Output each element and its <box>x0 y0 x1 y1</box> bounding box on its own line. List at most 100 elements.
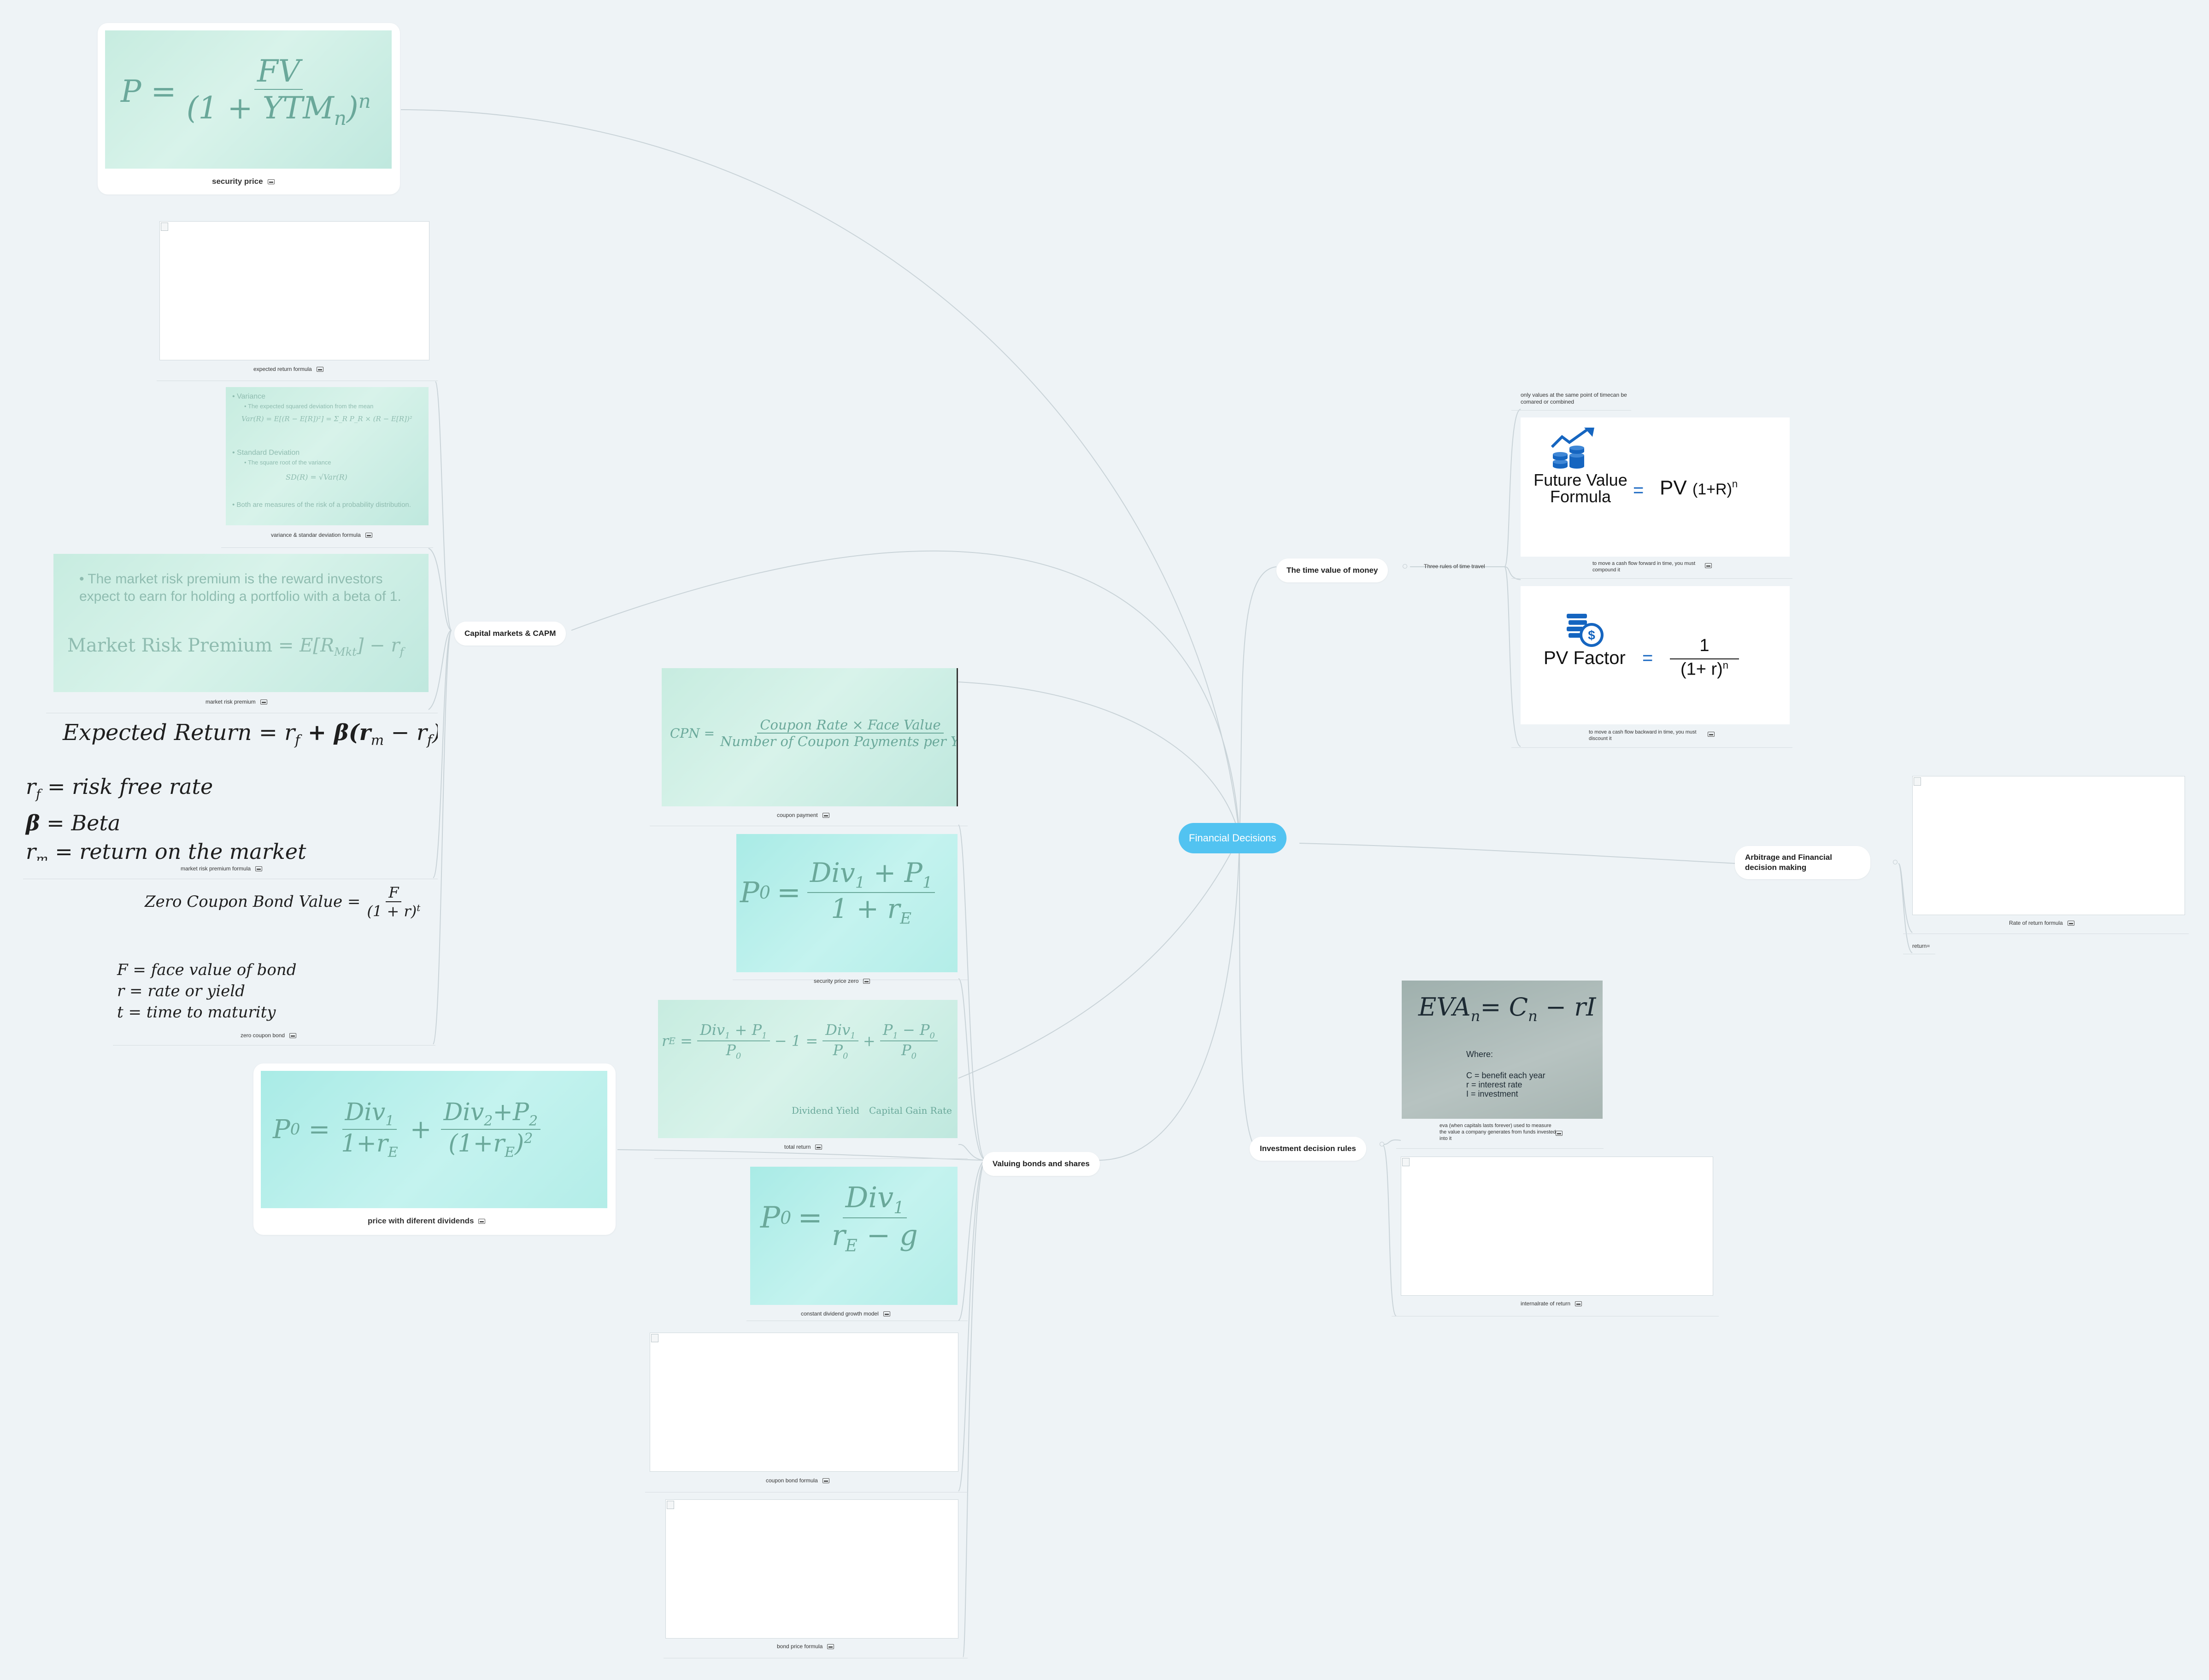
std-heading: • Standard Deviation <box>232 449 300 457</box>
security-price-zero-caption: security price zero <box>814 978 870 984</box>
bond-price-image-placeholder <box>665 1499 958 1639</box>
branch-capital-markets[interactable]: Capital markets & CAPM <box>454 622 566 646</box>
three-rules-label: Three rules of time travel <box>1424 563 1485 570</box>
total-return-formula: rE = Div1 + P1 P0 − 1 = Div1 P0 + P1 − P0 P… <box>662 1021 938 1061</box>
pv-title: PV Factor <box>1544 648 1626 668</box>
zcb-def-f: F = face value of bond <box>117 961 297 979</box>
image-icon[interactable] <box>365 533 372 538</box>
guide-line <box>1396 1148 1604 1149</box>
std-desc: • The square root of the variance <box>244 459 331 466</box>
future-value-image: Future Value Formula = PV (1+R)n <box>1521 417 1790 557</box>
formula-lhs: P = <box>121 74 176 110</box>
irr-caption: internalrate of return <box>1521 1300 1582 1307</box>
broken-image-icon <box>651 1334 658 1342</box>
zero-coupon-bond-equation: Zero Coupon Bond Value = F (1 + r)t F = f… <box>112 880 435 1032</box>
image-icon[interactable] <box>1575 1301 1582 1307</box>
pv-equals: = <box>1642 648 1653 668</box>
rate-of-return-caption: Rate of return formula <box>2009 920 2074 926</box>
mrp-formula: Market Risk Premium = E[RMkt] − rf <box>67 635 404 658</box>
mrp-bullet: • The market risk premium is the reward … <box>79 571 401 604</box>
image-icon[interactable] <box>1705 563 1712 568</box>
er-def-beta: β = Beta <box>26 811 121 836</box>
coupon-payment-caption: coupon payment <box>777 812 829 818</box>
image-icon[interactable] <box>478 1219 486 1224</box>
image-icon[interactable] <box>822 1478 829 1484</box>
fv-equals: = <box>1633 480 1644 500</box>
image-icon[interactable] <box>1556 1131 1563 1136</box>
image-icon[interactable] <box>267 179 275 185</box>
market-risk-premium-caption: market risk premium <box>206 699 267 705</box>
variance-formula: Var(R) = E[(R − E[R])²] = Σ_R P_R × (R −… <box>241 415 412 423</box>
security-price-caption: security price <box>212 177 275 186</box>
image-icon[interactable] <box>815 1145 822 1150</box>
eva-caption: eva (when capitals lasts forever) used t… <box>1439 1123 1556 1141</box>
collapse-toggle[interactable] <box>1380 1142 1384 1146</box>
image-icon[interactable] <box>255 866 263 872</box>
variance-heading: • Variance <box>232 393 266 400</box>
rule-discount: to move a cash flow backward in time, yo… <box>1589 729 1697 741</box>
guide-line <box>1511 410 1631 411</box>
image-icon[interactable] <box>827 1644 834 1650</box>
zcb-def-t: t = time to maturity <box>117 1003 276 1022</box>
return-label: return= <box>1912 943 1930 949</box>
rate-of-return-image-placeholder <box>1912 776 2185 915</box>
er-definitions: rf = risk free rate β = Beta rm = return… <box>26 772 306 861</box>
coupon-bond-caption: coupon bond formula <box>766 1477 829 1484</box>
central-topic[interactable]: Financial Decisions <box>1179 823 1287 853</box>
collapse-toggle[interactable] <box>1403 564 1407 569</box>
image-icon[interactable] <box>316 367 323 372</box>
two-dividend-formula: P0 = Div1 1+rE + Div2+P2 (1+rE)2 <box>273 1098 541 1161</box>
variance-desc: • The expected squared deviation from th… <box>244 403 374 410</box>
pv-fraction: 1 (1+ r)n <box>1670 636 1739 680</box>
broken-image-icon <box>1914 777 1921 786</box>
branch-valuing-bonds[interactable]: Valuing bonds and shares <box>982 1152 1100 1176</box>
fv-title: Future Value Formula <box>1533 470 1627 506</box>
total-return-caption: total return <box>784 1144 822 1150</box>
image-icon[interactable] <box>863 979 870 984</box>
branch-arbitrage[interactable]: Arbitrage and Financial decision making <box>1735 846 1870 879</box>
price-different-dividends-caption: price with diferent dividends <box>368 1216 486 1226</box>
image-icon[interactable] <box>1708 732 1715 737</box>
image-icon[interactable] <box>289 1033 297 1039</box>
std-formula: SD(R) = √Var(R) <box>286 473 347 482</box>
constant-dividend-caption: constant dividend growth model <box>801 1310 890 1317</box>
svg-text:$: $ <box>1588 628 1595 642</box>
branch-time-value[interactable]: The time value of money <box>1276 558 1388 582</box>
cpn-formula: CPN = Coupon Rate × Face Value Number of … <box>670 717 958 749</box>
er-equation-line: Expected Return = rf + β(rm − rf) <box>63 720 438 749</box>
expected-return-image-placeholder <box>159 221 429 360</box>
security-price-formula-image: P = FV (1 + YTMn)n <box>105 30 392 169</box>
image-icon[interactable] <box>2067 921 2074 926</box>
rule-compound: to move a cash flow forward in time, you… <box>1592 561 1696 573</box>
guide-line <box>113 1045 435 1046</box>
zcb-definitions: F = face value of bond r = rate or yield… <box>117 959 296 1023</box>
guide-line <box>654 1158 968 1159</box>
security-price-zero-image: P0 = Div1 + P1 1 + rE <box>736 834 958 972</box>
guide-line <box>1511 747 1792 748</box>
variance-std-caption: variance & standar deviation formula <box>271 532 372 538</box>
capital-gain-label: Capital Gain Rate <box>869 1105 952 1116</box>
broken-image-icon <box>1402 1158 1410 1166</box>
image-icon[interactable] <box>883 1311 890 1317</box>
expected-return-caption: expected return formula <box>253 366 323 372</box>
coins-growth-icon <box>1551 428 1594 469</box>
coupon-payment-image: CPN = Coupon Rate × Face Value Number of … <box>662 668 958 806</box>
formula-numerator: FV <box>254 53 303 90</box>
zero-coupon-bond-caption: zero coupon bond <box>241 1032 297 1039</box>
image-icon[interactable] <box>822 813 829 818</box>
rule-same-point: only values at the same point of timecan… <box>1521 392 1627 405</box>
eva-formula: EVAn= Cn − rI <box>1418 993 1596 1025</box>
branch-investment-rules[interactable]: Investment decision rules <box>1250 1137 1366 1161</box>
eva-image: EVAn= Cn − rI Where: C = benefit each ye… <box>1402 981 1603 1119</box>
price-different-dividends-image: P0 = Div1 1+rE + Div2+P2 (1+rE)2 <box>261 1071 607 1208</box>
risk-note: • Both are measures of the risk of a pro… <box>232 501 411 509</box>
gordon-formula: P0 = Div1 rE − g <box>760 1181 918 1256</box>
zcb-equation-line: Zero Coupon Bond Value = F (1 + r)t <box>145 884 421 920</box>
formula-denominator: (1 + YTM <box>186 90 334 126</box>
image-icon[interactable] <box>260 699 267 705</box>
eva-where-block: Where: C = benefit each year r = interes… <box>1466 1050 1545 1098</box>
total-return-image: rE = Div1 + P1 P0 − 1 = Div1 P0 + P1 − P0 P… <box>658 1000 958 1138</box>
collapse-toggle[interactable] <box>1893 860 1898 864</box>
pv-factor-image: $ PV Factor = 1 (1+ r)n <box>1521 586 1790 724</box>
guide-line <box>221 547 433 548</box>
